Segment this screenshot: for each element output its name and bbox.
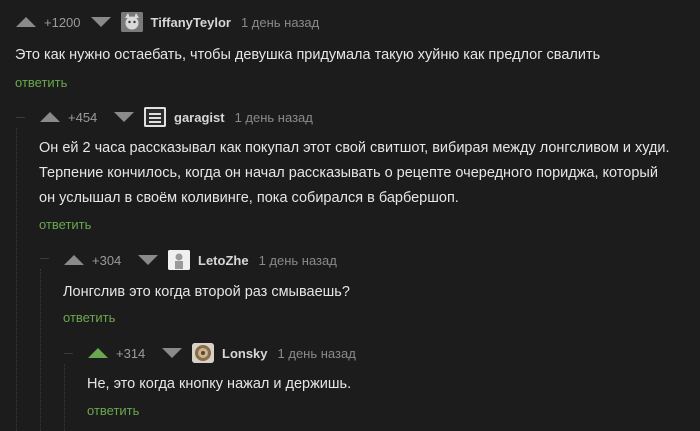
comment-text: Не, это когда кнопку нажал и держишь. [87, 376, 352, 392]
downvote-icon[interactable] [114, 112, 134, 122]
reply-link[interactable]: ответить [15, 75, 67, 90]
comment-header: +304 LetoZhe 1 день назад [64, 248, 337, 272]
timestamp[interactable]: 1 день назад [235, 110, 313, 125]
comment-rating: +1200 [44, 14, 81, 30]
upvote-icon[interactable] [16, 17, 36, 27]
comment-header: +1200 TiffanyTeylor 1 день назад [16, 10, 319, 34]
upvote-icon[interactable] [40, 112, 60, 122]
comment-header: +454 garagist 1 день назад [40, 105, 313, 129]
garage-avatar-icon[interactable] [144, 107, 166, 127]
person-avatar-icon[interactable] [168, 250, 190, 270]
timestamp[interactable]: 1 день назад [241, 15, 319, 30]
username[interactable]: TiffanyTeylor [151, 15, 231, 30]
tree-toggle[interactable] [40, 258, 49, 268]
reply-link[interactable]: ответить [87, 403, 139, 418]
cat-avatar-icon[interactable] [120, 12, 143, 32]
comment-text: Он ей 2 часа рассказывал как покупал это… [39, 136, 699, 211]
comment-header: +314 Lonsky 1 день назад [88, 341, 356, 365]
reply-link[interactable]: ответить [39, 217, 91, 232]
thread-line[interactable] [64, 364, 65, 431]
comment-text: Это как нужно остаебать, чтобы девушка п… [15, 47, 601, 63]
round-avatar-icon[interactable] [192, 343, 214, 363]
thread-line[interactable] [16, 128, 17, 431]
downvote-icon[interactable] [162, 348, 182, 358]
upvote-icon[interactable] [64, 255, 84, 265]
tree-toggle[interactable] [16, 117, 25, 127]
username[interactable]: garagist [174, 110, 225, 125]
comment-rating: +304 [92, 252, 122, 268]
reply-link[interactable]: ответить [63, 310, 115, 325]
username[interactable]: Lonsky [222, 346, 268, 361]
comment-text-line: Терпение кончилось, когда он начал расск… [39, 165, 658, 181]
comment-rating: +314 [116, 345, 146, 361]
downvote-icon[interactable] [138, 255, 158, 265]
comment-text-line: он услышал в своём коливинге, пока собир… [39, 190, 459, 206]
timestamp[interactable]: 1 день назад [278, 346, 356, 361]
comment-text-line: Он ей 2 часа рассказывал как покупал это… [39, 140, 670, 156]
tree-toggle[interactable] [64, 353, 73, 363]
comment-rating: +454 [68, 109, 98, 125]
downvote-icon[interactable] [90, 17, 111, 27]
comment-text: Лонгслив это когда второй раз смываешь? [63, 284, 350, 300]
upvote-icon[interactable] [88, 348, 108, 358]
username[interactable]: LetoZhe [198, 253, 249, 268]
timestamp[interactable]: 1 день назад [259, 253, 337, 268]
thread-line[interactable] [40, 269, 41, 431]
